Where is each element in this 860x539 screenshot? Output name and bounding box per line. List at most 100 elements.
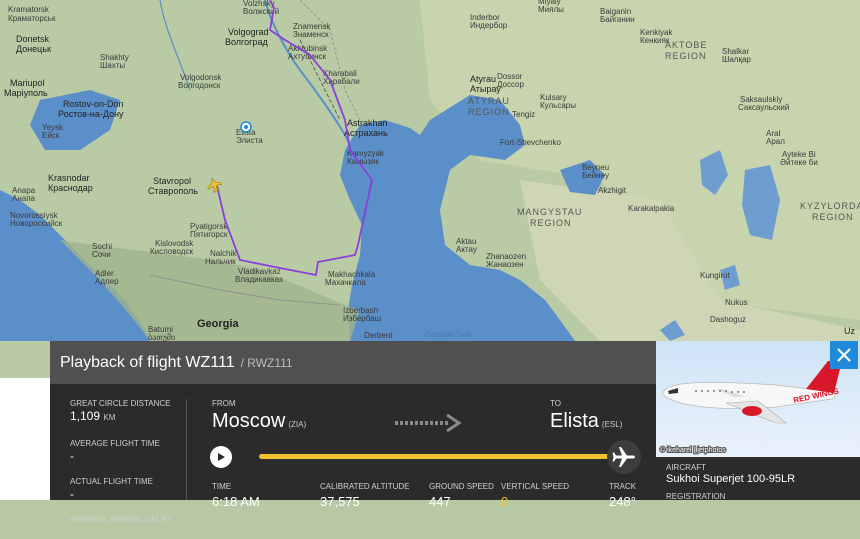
stat-label: CALIBRATED ALTITUDE bbox=[320, 482, 410, 491]
aircraft-label: AIRCRAFT bbox=[666, 463, 706, 472]
svg-text:Нальчик: Нальчик bbox=[205, 257, 236, 266]
map-edge-strip bbox=[0, 378, 50, 500]
svg-text:Ставрополь: Ставрополь bbox=[148, 186, 198, 196]
svg-text:Caspian Sea: Caspian Sea bbox=[425, 330, 471, 339]
destination-city[interactable]: Elista bbox=[550, 410, 599, 432]
svg-text:REGION: REGION bbox=[530, 218, 572, 228]
svg-text:Краматорськ: Краматорськ bbox=[8, 14, 56, 23]
svg-text:Rostov-on-Don: Rostov-on-Don bbox=[63, 99, 124, 109]
svg-text:Элиста: Элиста bbox=[236, 136, 263, 145]
origin: FROM Moscow (ZIA) bbox=[212, 399, 306, 433]
stat-vertical-speed: VERTICAL SPEED 0 bbox=[501, 482, 569, 509]
photo-credit[interactable]: © ikeharel | jetphotos bbox=[659, 445, 727, 455]
distance-value: 1,109 bbox=[70, 409, 101, 423]
svg-text:Саксаульский: Саксаульский bbox=[738, 103, 789, 112]
route-info: FROM Moscow (ZIA) TO Elista (ESL) bbox=[212, 399, 632, 439]
svg-text:Кисловодск: Кисловодск bbox=[150, 247, 193, 256]
stat-value: - bbox=[70, 449, 74, 463]
svg-text:Актау: Актау bbox=[456, 245, 477, 254]
from-label: FROM bbox=[212, 399, 236, 408]
distance-unit: KM bbox=[103, 413, 116, 422]
stat-label: TIME bbox=[212, 482, 232, 491]
svg-text:Kungirot: Kungirot bbox=[700, 271, 731, 280]
svg-text:Ростов-на-Дону: Ростов-на-Дону bbox=[58, 109, 124, 119]
stat-label: ACTUAL FLIGHT TIME bbox=[70, 477, 153, 486]
svg-text:REGION: REGION bbox=[812, 212, 854, 222]
destination: TO Elista (ESL) bbox=[550, 399, 622, 433]
svg-text:Волгоград: Волгоград bbox=[225, 37, 268, 47]
destination-code: (ESL) bbox=[601, 420, 623, 429]
svg-text:Nukus: Nukus bbox=[725, 298, 748, 307]
svg-text:Сочи: Сочи bbox=[92, 250, 111, 259]
svg-text:Адлер: Адлер bbox=[95, 277, 119, 286]
stat-label: AVERAGE ARRIVAL DELAY bbox=[70, 515, 172, 524]
close-button[interactable] bbox=[830, 341, 858, 369]
stat-track: TRACK 248° bbox=[609, 482, 636, 509]
panel-header: Playback of flight WZ111 / RWZ111 bbox=[50, 341, 656, 384]
svg-text:REGION: REGION bbox=[665, 51, 707, 61]
stat-label: AVERAGE FLIGHT TIME bbox=[70, 439, 160, 448]
svg-text:Камызяк: Камызяк bbox=[347, 157, 379, 166]
svg-text:Избербаш: Избербаш bbox=[343, 314, 381, 323]
svg-text:Краснодар: Краснодар bbox=[48, 183, 93, 193]
svg-text:Astrakhan: Astrakhan bbox=[347, 118, 388, 128]
svg-text:MANGYSTAU: MANGYSTAU bbox=[517, 207, 582, 217]
svg-text:Krasnodar: Krasnodar bbox=[48, 173, 90, 183]
playback-panel: Playback of flight WZ111 / RWZ111 GREAT … bbox=[50, 341, 656, 524]
panel-callsign: / RWZ111 bbox=[240, 355, 293, 370]
svg-text:Кульсары: Кульсары bbox=[540, 101, 576, 110]
svg-text:Uz: Uz bbox=[844, 326, 855, 336]
svg-text:Ейск: Ейск bbox=[42, 131, 60, 140]
svg-text:Kramatorsk: Kramatorsk bbox=[8, 5, 50, 14]
svg-text:Volgograd: Volgograd bbox=[228, 27, 269, 37]
stat-label: VERTICAL SPEED bbox=[501, 482, 570, 491]
close-icon bbox=[837, 348, 851, 362]
arrow-right-icon bbox=[395, 413, 463, 438]
svg-text:Жанаозен: Жанаозен bbox=[486, 260, 524, 269]
svg-text:Шахты: Шахты bbox=[100, 61, 125, 70]
stat-label: GROUND SPEED bbox=[429, 482, 494, 491]
svg-text:Fort-Shevchenko: Fort-Shevchenko bbox=[500, 138, 561, 147]
svg-text:Donetsk: Donetsk bbox=[16, 34, 50, 44]
svg-text:Владикавказ: Владикавказ bbox=[235, 275, 283, 284]
stat-value: - bbox=[70, 487, 74, 501]
play-button[interactable] bbox=[210, 446, 232, 468]
elista-airport-marker[interactable] bbox=[240, 121, 252, 133]
svg-text:Знаменск: Знаменск bbox=[293, 30, 329, 39]
svg-text:Анапа: Анапа bbox=[12, 194, 36, 203]
svg-text:Stavropol: Stavropol bbox=[153, 176, 191, 186]
svg-text:Mariupol: Mariupol bbox=[10, 78, 45, 88]
divider bbox=[186, 399, 187, 500]
svg-text:Georgia: Georgia bbox=[197, 318, 239, 330]
aircraft-info: AIRCRAFT Sukhoi Superjet 100-95LR REGIST… bbox=[656, 457, 860, 501]
svg-text:Derbent: Derbent bbox=[364, 331, 393, 340]
playback-progress-bar[interactable] bbox=[259, 454, 619, 459]
svg-text:REGION: REGION bbox=[468, 107, 510, 117]
svg-text:Арал: Арал bbox=[766, 137, 785, 146]
stat-ground-speed: GROUND SPEED 447 bbox=[429, 482, 494, 509]
svg-text:Новороссийск: Новороссийск bbox=[10, 219, 63, 228]
origin-city-line: Moscow (ZIA) bbox=[212, 410, 306, 433]
aircraft-type: Sukhoi Superjet 100-95LR bbox=[666, 473, 796, 485]
svg-text:Маріуполь: Маріуполь bbox=[4, 88, 48, 98]
svg-text:Akzhigit: Akzhigit bbox=[598, 186, 627, 195]
stat-value: 1,109 KM bbox=[70, 409, 185, 425]
stat-value: 37,575 bbox=[320, 494, 360, 509]
panel-title: Playback of flight WZ111 bbox=[60, 353, 235, 371]
svg-text:Миялы: Миялы bbox=[538, 5, 564, 14]
svg-text:Бейнеу: Бейнеу bbox=[582, 171, 609, 180]
svg-text:Волгодонск: Волгодонск bbox=[178, 81, 221, 90]
playback-scrubber[interactable] bbox=[607, 440, 641, 474]
svg-text:Tengiz: Tengiz bbox=[512, 110, 535, 119]
svg-text:Dashoguz: Dashoguz bbox=[710, 315, 746, 324]
stat-value: 6:18 AM bbox=[212, 494, 260, 509]
svg-text:Индербор: Индербор bbox=[470, 21, 508, 30]
stat-time: TIME 6:18 AM bbox=[212, 482, 260, 509]
origin-city[interactable]: Moscow bbox=[212, 410, 285, 432]
svg-text:Шалқар: Шалқар bbox=[722, 55, 751, 64]
stat-label: GREAT CIRCLE DISTANCE bbox=[70, 399, 171, 408]
svg-text:Байганин: Байганин bbox=[600, 15, 635, 24]
svg-text:Доссор: Доссор bbox=[497, 80, 524, 89]
play-icon bbox=[218, 453, 225, 461]
stat-value: 0 bbox=[501, 494, 509, 509]
